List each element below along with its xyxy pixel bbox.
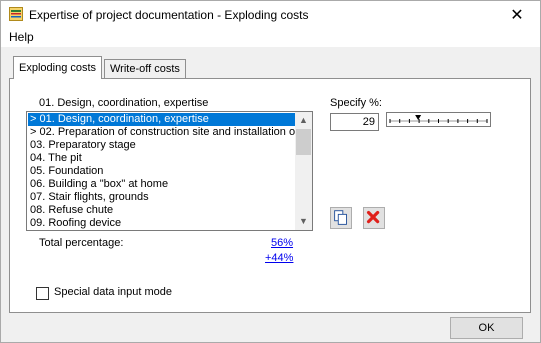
total-percentage-label: Total percentage: <box>39 237 124 249</box>
app-icon <box>9 7 23 21</box>
ok-button[interactable]: OK <box>450 317 523 339</box>
tab-exploding-costs[interactable]: Exploding costs <box>13 56 103 79</box>
list-item[interactable]: 06. Building a "box" at home <box>28 178 296 191</box>
delete-icon <box>366 210 380 224</box>
list-items: > 01. Design, coordination, expertise > 0… <box>28 113 296 230</box>
specify-percent-label: Specify %: <box>330 97 382 109</box>
dialog-window: Expertise of project documentation - Exp… <box>0 0 541 343</box>
close-icon: ✕ <box>510 7 524 24</box>
current-item-label: 01. Design, coordination, expertise <box>39 97 209 109</box>
close-button[interactable]: ✕ <box>494 1 540 29</box>
list-item[interactable]: 08. Refuse chute <box>28 204 296 217</box>
delete-button[interactable] <box>363 207 385 229</box>
list-item[interactable]: 05. Foundation <box>28 165 296 178</box>
menu-help[interactable]: Help <box>9 30 34 44</box>
list-item[interactable]: 07. Stair flights, grounds <box>28 191 296 204</box>
window-title: Expertise of project documentation - Exp… <box>29 8 309 22</box>
scroll-down-icon[interactable]: ▼ <box>295 213 312 230</box>
special-mode-checkbox[interactable] <box>36 287 49 300</box>
total-percentage-value[interactable]: 56% <box>271 237 293 249</box>
copy-icon <box>334 210 347 225</box>
scroll-thumb[interactable] <box>296 129 311 155</box>
title-bar: Expertise of project documentation - Exp… <box>1 1 540 29</box>
menu-bar: Help <box>1 29 540 47</box>
cost-items-listbox[interactable]: > 01. Design, coordination, expertise > 0… <box>26 111 313 231</box>
tab-write-off-costs[interactable]: Write-off costs <box>104 59 186 79</box>
scroll-up-icon[interactable]: ▲ <box>295 112 312 129</box>
list-item[interactable]: 03. Preparatory stage <box>28 139 296 152</box>
special-mode-label: Special data input mode <box>54 286 173 298</box>
percent-slider[interactable] <box>386 112 491 127</box>
copy-button[interactable] <box>330 207 352 229</box>
listbox-scrollbar[interactable]: ▲ ▼ <box>295 112 312 230</box>
remaining-percentage-value[interactable]: +44% <box>265 252 293 264</box>
list-item[interactable]: > 02. Preparation of construction site a… <box>28 126 296 139</box>
list-item[interactable]: 09. Roofing device <box>28 217 296 230</box>
list-item[interactable]: > 01. Design, coordination, expertise <box>28 113 296 126</box>
list-item[interactable]: 04. The pit <box>28 152 296 165</box>
specify-percent-input[interactable]: 29 <box>330 113 379 131</box>
